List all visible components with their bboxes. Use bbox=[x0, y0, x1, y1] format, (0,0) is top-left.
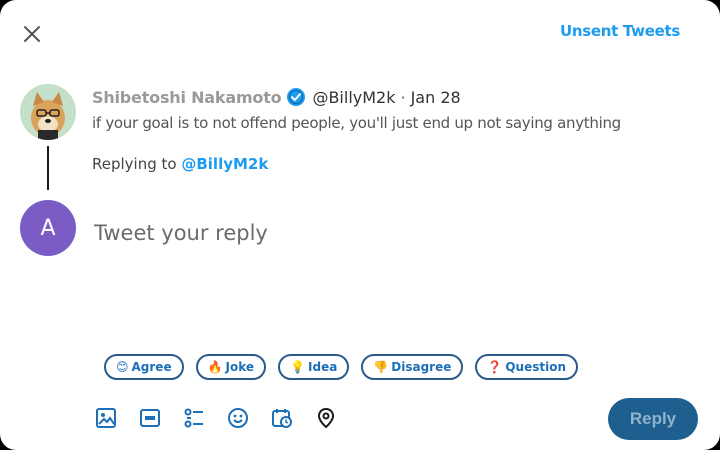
quick-reply-chips: 😊 Agree 🔥 Joke 💡 Idea 👎 Disagree ❓ Quest… bbox=[104, 354, 578, 380]
close-icon bbox=[24, 26, 40, 42]
verified-badge-icon bbox=[286, 87, 306, 107]
reply-input[interactable] bbox=[92, 216, 676, 250]
user-avatar[interactable]: A bbox=[20, 200, 76, 256]
reply-dialog: Unsent Tweets Shibetoshi Nakamoto @Billy… bbox=[0, 0, 720, 450]
unsent-tweets-link[interactable]: Unsent Tweets bbox=[560, 22, 680, 40]
chip-label: Disagree bbox=[391, 360, 452, 374]
replying-prefix: Replying to bbox=[92, 155, 177, 173]
location-icon[interactable] bbox=[314, 406, 338, 430]
chip-label: Question bbox=[505, 360, 566, 374]
chip-label: Joke bbox=[225, 360, 255, 374]
replying-to: Replying to @BillyM2k bbox=[92, 155, 268, 173]
replying-mention[interactable]: @BillyM2k bbox=[181, 155, 268, 173]
fire-emoji-icon: 🔥 bbox=[207, 360, 223, 374]
composer-toolbar bbox=[94, 406, 338, 430]
chip-disagree[interactable]: 👎 Disagree bbox=[361, 354, 464, 380]
author-handle[interactable]: @BillyM2k bbox=[312, 88, 395, 107]
author-avatar[interactable] bbox=[20, 84, 76, 140]
schedule-icon[interactable] bbox=[270, 406, 294, 430]
chip-label: Idea bbox=[308, 360, 338, 374]
doge-avatar-image bbox=[20, 84, 76, 140]
author-name[interactable]: Shibetoshi Nakamoto bbox=[92, 88, 282, 107]
thumbs-down-emoji-icon: 👎 bbox=[373, 360, 389, 374]
chip-label: Agree bbox=[131, 360, 172, 374]
lightbulb-emoji-icon: 💡 bbox=[290, 360, 306, 374]
close-button[interactable] bbox=[18, 20, 46, 48]
chip-question[interactable]: ❓ Question bbox=[475, 354, 578, 380]
image-icon[interactable] bbox=[94, 406, 118, 430]
reply-button[interactable]: Reply bbox=[608, 398, 698, 440]
question-emoji-icon: ❓ bbox=[487, 360, 503, 374]
tweet-text: if your goal is to not offend people, yo… bbox=[92, 114, 621, 132]
gif-icon[interactable] bbox=[138, 406, 162, 430]
smile-emoji-icon: 😊 bbox=[116, 360, 129, 374]
tweet-header: Shibetoshi Nakamoto @BillyM2k · Jan 28 bbox=[92, 86, 461, 108]
emoji-icon[interactable] bbox=[226, 406, 250, 430]
chip-agree[interactable]: 😊 Agree bbox=[104, 354, 184, 380]
chip-idea[interactable]: 💡 Idea bbox=[278, 354, 350, 380]
chip-joke[interactable]: 🔥 Joke bbox=[195, 354, 267, 380]
thread-line bbox=[47, 146, 49, 190]
poll-icon[interactable] bbox=[182, 406, 206, 430]
header-separator: · bbox=[400, 87, 406, 107]
tweet-date[interactable]: Jan 28 bbox=[411, 88, 461, 107]
